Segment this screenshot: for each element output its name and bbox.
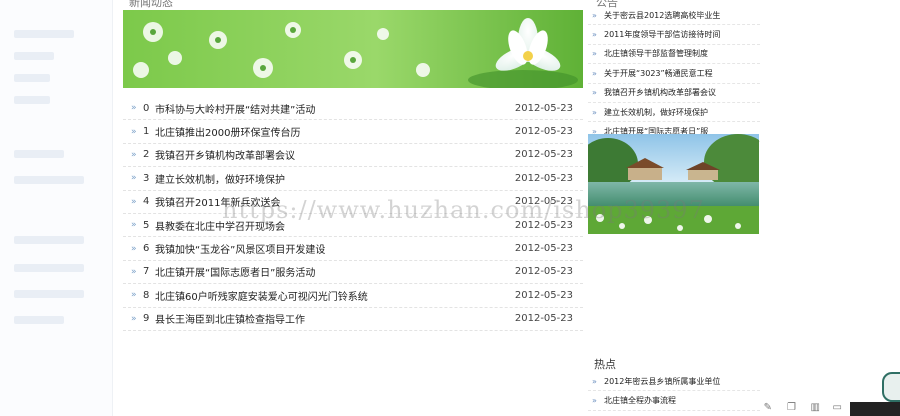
- news-date: 2012-05-23: [514, 266, 573, 278]
- news-title-link[interactable]: 北庄镇60户听残家庭安装爱心可视闪光门铃系统: [155, 288, 513, 303]
- taskbar-strip: [850, 402, 900, 416]
- double-chevron-icon: »: [592, 10, 597, 20]
- double-chevron-icon: »: [131, 126, 137, 137]
- double-chevron-icon: »: [131, 149, 137, 160]
- news-row[interactable]: » 3 建立长效机制，做好环境保护 2012-05-23: [123, 167, 583, 191]
- news-date: 2012-05-23: [514, 126, 573, 138]
- news-date: 2012-05-23: [514, 172, 573, 184]
- double-chevron-icon: »: [592, 376, 597, 386]
- copy-icon[interactable]: ❐: [787, 402, 796, 413]
- double-chevron-icon: »: [131, 313, 137, 324]
- double-chevron-icon: »: [131, 173, 137, 184]
- double-chevron-icon: »: [131, 266, 137, 277]
- sidebar-ghost-item: [14, 236, 84, 244]
- news-date: 2012-05-23: [514, 102, 573, 114]
- hot-item[interactable]: » 北庄镇全程办事流程: [588, 391, 760, 411]
- sidebar-ghost-item: [14, 150, 64, 158]
- notice-item[interactable]: » 我镇召开乡镇机构改革部署会议: [588, 84, 760, 103]
- double-chevron-icon: »: [131, 243, 137, 254]
- news-row[interactable]: » 1 北庄镇推出2000册环保宣传台历 2012-05-23: [123, 120, 583, 144]
- sidebar-ghost-item: [14, 96, 50, 104]
- news-title-link[interactable]: 北庄镇开展“国际志愿者日”服务活动: [155, 264, 513, 279]
- hot-list: » 2012年密云县乡镇所属事业单位 » 北庄镇全程办事流程: [588, 372, 760, 411]
- double-chevron-icon: »: [592, 49, 597, 59]
- news-date: 2012-05-23: [514, 243, 573, 255]
- double-chevron-icon: »: [592, 68, 597, 78]
- news-row[interactable]: » 6 我镇加快“玉龙谷”风景区项目开发建设 2012-05-23: [123, 237, 583, 261]
- notice-item[interactable]: » 建立长效机制，做好环境保护: [588, 103, 760, 123]
- sidebar-ghost-item: [14, 264, 84, 272]
- double-chevron-icon: »: [592, 396, 597, 406]
- double-chevron-icon: »: [592, 88, 597, 98]
- news-date: 2012-05-23: [514, 289, 573, 301]
- news-row[interactable]: » 8 北庄镇60户听残家庭安装爱心可视闪光门铃系统 2012-05-23: [123, 284, 583, 308]
- notice-item[interactable]: » 北庄镇领导干部监督管理制度: [588, 45, 760, 65]
- sidebar-ghost-item: [14, 176, 84, 184]
- sidebar-ghost-item: [14, 30, 74, 38]
- window-icon[interactable]: ▭: [833, 402, 842, 413]
- news-title-link[interactable]: 建立长效机制，做好环境保护: [155, 171, 513, 186]
- double-chevron-icon: »: [131, 103, 137, 114]
- notice-list: » 关于密云县2012选聘高校毕业生 » 2011年度领导干部信访接待时间 » 北庄镇…: [588, 6, 760, 142]
- news-title-link[interactable]: 我镇召开乡镇机构改革部署会议: [155, 147, 513, 162]
- hot-title: 热点: [594, 358, 616, 371]
- news-row[interactable]: » 7 北庄镇开展“国际志愿者日”服务活动 2012-05-23: [123, 261, 583, 285]
- sidebar-ghost-item: [14, 74, 50, 82]
- double-chevron-icon: »: [131, 290, 137, 301]
- pin-icon[interactable]: ✎: [764, 402, 772, 413]
- double-chevron-icon: »: [592, 107, 597, 117]
- trash-icon[interactable]: ▥: [811, 402, 820, 413]
- notice-item[interactable]: » 关于开展“3023”畅通民意工程: [588, 64, 760, 84]
- left-sidebar: [0, 0, 113, 416]
- lotus-banner: [123, 10, 583, 88]
- news-title-link[interactable]: 县长王海臣到北庄镇检查指导工作: [155, 311, 513, 326]
- hot-item[interactable]: » 2012年密云县乡镇所属事业单位: [588, 372, 760, 392]
- news-date: 2012-05-23: [514, 313, 573, 325]
- bottom-tray: ✎ ❐ ▥ ▭: [750, 398, 900, 416]
- news-row[interactable]: » 0 市科协与大岭村开展“结对共建”活动 2012-05-23: [123, 97, 583, 121]
- news-row[interactable]: » 2 我镇召开乡镇机构改革部署会议 2012-05-23: [123, 144, 583, 168]
- news-title-link[interactable]: 北庄镇推出2000册环保宣传台历: [155, 124, 513, 139]
- news-row[interactable]: » 9 县长王海臣到北庄镇检查指导工作 2012-05-23: [123, 308, 583, 331]
- notice-item[interactable]: » 关于密云县2012选聘高校毕业生: [588, 6, 760, 26]
- sidebar-ghost-item: [14, 316, 64, 324]
- sidebar-ghost-item: [14, 52, 54, 60]
- sidebar-ghost-item: [14, 290, 84, 298]
- double-chevron-icon: »: [131, 220, 137, 231]
- news-date: 2012-05-23: [514, 149, 573, 161]
- news-title-link[interactable]: 我镇加快“玉龙谷”风景区项目开发建设: [155, 241, 513, 256]
- section-title: 新闻动态: [129, 0, 173, 9]
- news-title-link[interactable]: 市科协与大岭村开展“结对共建”活动: [155, 101, 513, 116]
- double-chevron-icon: »: [592, 30, 597, 40]
- watermark-text: https://www.huzhan.com/ishop39397: [222, 196, 705, 224]
- double-chevron-icon: »: [131, 196, 137, 207]
- notice-item[interactable]: » 2011年度领导干部信访接待时间: [588, 25, 760, 45]
